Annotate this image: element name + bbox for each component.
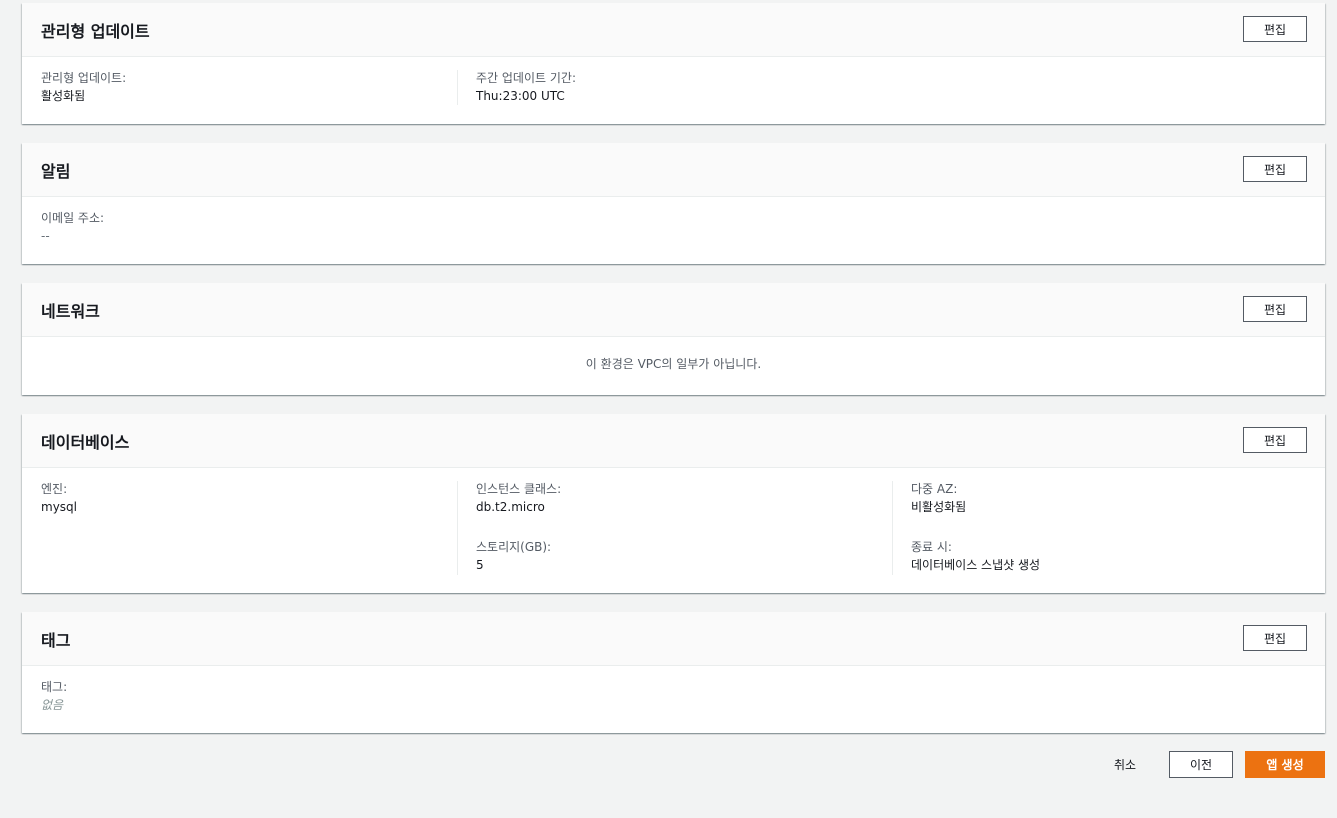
- edit-database-button[interactable]: 편집: [1243, 427, 1307, 453]
- field-storage: 스토리지(GB): 5: [476, 539, 561, 574]
- field-tags: 태그: 없음: [41, 679, 67, 714]
- database-column-2: 인스턴스 클래스: db.t2.micro 스토리지(GB): 5: [457, 481, 561, 575]
- previous-button[interactable]: 이전: [1169, 751, 1233, 778]
- create-app-button[interactable]: 앱 생성: [1245, 751, 1325, 778]
- panel-header: 태그 편집: [22, 612, 1325, 666]
- network-panel: 네트워크 편집 이 환경은 VPC의 일부가 아닙니다.: [22, 283, 1325, 395]
- field-value: 활성화됨: [41, 89, 86, 103]
- field-on-termination: 종료 시: 데이터베이스 스냅샷 생성: [911, 539, 1040, 574]
- field-label: 주간 업데이트 기간:: [476, 71, 576, 85]
- panel-header: 관리형 업데이트 편집: [22, 3, 1325, 57]
- panel-title: 관리형 업데이트: [41, 22, 150, 41]
- field-managed-updates: 관리형 업데이트: 활성화됨: [41, 70, 126, 105]
- tags-panel: 태그 편집 태그: 없음: [22, 612, 1325, 733]
- panel-header: 네트워크 편집: [22, 283, 1325, 337]
- panel-title: 데이터베이스: [41, 433, 130, 452]
- edit-managed-updates-button[interactable]: 편집: [1243, 16, 1307, 42]
- panel-header: 알림 편집: [22, 143, 1325, 197]
- database-column-3: 다중 AZ: 비활성화됨 종료 시: 데이터베이스 스냅샷 생성: [892, 481, 1040, 575]
- field-value: Thu:23:00 UTC: [476, 89, 565, 103]
- notifications-panel: 알림 편집 이메일 주소: --: [22, 143, 1325, 264]
- field-label: 인스턴스 클래스:: [476, 482, 562, 496]
- field-label: 다중 AZ:: [911, 482, 958, 496]
- database-panel: 데이터베이스 편집 엔진: mysql 인스턴스 클래스: db.t2.micr…: [22, 414, 1325, 593]
- panel-title: 태그: [41, 631, 71, 650]
- edit-network-button[interactable]: 편집: [1243, 296, 1307, 322]
- field-label: 관리형 업데이트:: [41, 71, 127, 85]
- field-value: 비활성화됨: [911, 500, 967, 514]
- panel-header: 데이터베이스 편집: [22, 414, 1325, 468]
- no-vpc-message: 이 환경은 VPC의 일부가 아닙니다.: [585, 357, 762, 371]
- field-engine: 엔진: mysql: [41, 481, 77, 516]
- field-weekly-update-window: 주간 업데이트 기간: Thu:23:00 UTC: [457, 70, 576, 105]
- field-label: 이메일 주소:: [41, 211, 105, 225]
- field-label: 스토리지(GB):: [476, 540, 552, 554]
- field-value: 없음: [41, 698, 64, 712]
- cancel-button[interactable]: 취소: [1104, 751, 1146, 778]
- field-value: 데이터베이스 스냅샷 생성: [911, 558, 1041, 572]
- managed-updates-panel: 관리형 업데이트 편집 관리형 업데이트: 활성화됨 주간 업데이트 기간: T…: [22, 3, 1325, 124]
- field-value: 5: [476, 558, 484, 572]
- field-email-address: 이메일 주소: --: [41, 210, 104, 245]
- field-value: mysql: [41, 500, 77, 514]
- field-value: db.t2.micro: [476, 500, 545, 514]
- panel-title: 알림: [41, 162, 71, 181]
- field-instance-class: 인스턴스 클래스: db.t2.micro: [476, 481, 561, 516]
- field-label: 태그:: [41, 680, 68, 694]
- field-label: 엔진:: [41, 482, 68, 496]
- edit-notifications-button[interactable]: 편집: [1243, 156, 1307, 182]
- field-multi-az: 다중 AZ: 비활성화됨: [911, 481, 1040, 516]
- edit-tags-button[interactable]: 편집: [1243, 625, 1307, 651]
- field-label: 종료 시:: [911, 540, 952, 554]
- panel-title: 네트워크: [41, 302, 100, 321]
- review-page: 관리형 업데이트 편집 관리형 업데이트: 활성화됨 주간 업데이트 기간: T…: [0, 0, 1337, 818]
- field-value: --: [41, 229, 50, 243]
